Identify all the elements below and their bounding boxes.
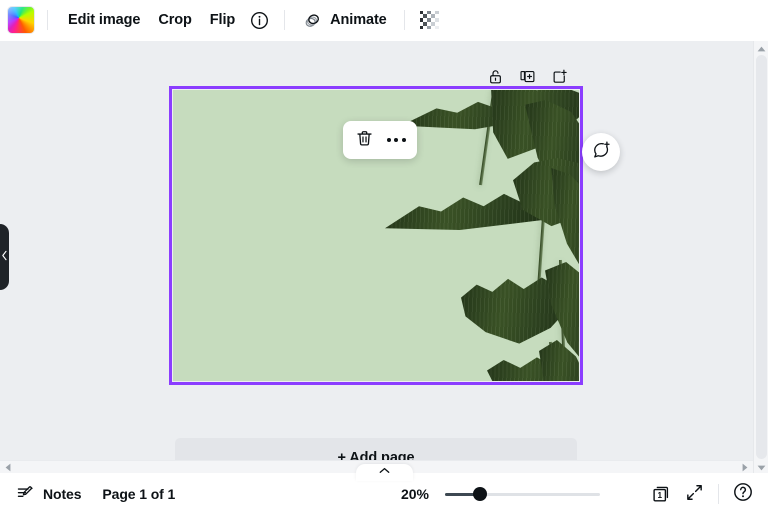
chevron-up-icon bbox=[379, 461, 390, 479]
crop-label: Crop bbox=[158, 12, 192, 28]
scroll-right-arrow[interactable] bbox=[740, 463, 749, 472]
add-page-icon bbox=[551, 68, 568, 88]
duplicate-page-icon bbox=[519, 68, 536, 88]
grid-view-button[interactable]: 1 bbox=[646, 479, 676, 509]
scroll-up-arrow[interactable] bbox=[757, 43, 766, 52]
lock-page-button[interactable] bbox=[482, 64, 509, 91]
scroll-up-icon bbox=[757, 39, 766, 57]
toolbar-divider-1 bbox=[47, 10, 48, 30]
flip-label: Flip bbox=[209, 12, 236, 28]
design-page[interactable] bbox=[173, 90, 579, 381]
chevron-left-icon bbox=[1, 248, 8, 266]
zoom-slider-knob[interactable] bbox=[473, 486, 488, 501]
add-page-icon-button[interactable] bbox=[546, 64, 573, 91]
bottombar-divider bbox=[718, 483, 719, 504]
flip-button[interactable]: Flip bbox=[201, 5, 244, 35]
vertical-scrollbar-thumb[interactable] bbox=[756, 55, 767, 459]
transparency-checker-icon bbox=[419, 10, 439, 30]
editor-canvas-area: + Add page bbox=[0, 41, 768, 473]
design-page-wrapper bbox=[169, 86, 583, 385]
scroll-down-arrow[interactable] bbox=[757, 462, 766, 471]
fullscreen-button[interactable] bbox=[679, 479, 709, 509]
zoom-level-label: 20% bbox=[400, 485, 429, 502]
edit-image-button[interactable]: Edit image bbox=[59, 5, 149, 35]
scroll-left-arrow[interactable] bbox=[3, 463, 12, 472]
more-options-button[interactable] bbox=[381, 125, 411, 155]
animate-label: Animate bbox=[330, 12, 387, 28]
animate-icon bbox=[303, 10, 323, 30]
notes-button[interactable]: Notes bbox=[8, 480, 89, 508]
sidebar-collapse-handle[interactable] bbox=[0, 224, 9, 290]
toolbar-divider-3 bbox=[403, 10, 405, 30]
page-indicator: Page 1 of 1 bbox=[102, 485, 176, 502]
element-context-toolbar bbox=[343, 121, 417, 159]
image-thumbnail[interactable] bbox=[7, 6, 35, 34]
delete-element-button[interactable] bbox=[349, 125, 379, 155]
edit-image-label: Edit image bbox=[68, 12, 141, 28]
info-icon bbox=[250, 11, 269, 30]
help-icon bbox=[733, 482, 753, 505]
notes-label: Notes bbox=[43, 485, 82, 502]
expand-panel-tab[interactable] bbox=[356, 464, 413, 481]
fullscreen-icon bbox=[685, 483, 704, 505]
duplicate-page-button[interactable] bbox=[514, 64, 541, 91]
notes-icon bbox=[16, 484, 35, 503]
zoom-slider[interactable] bbox=[445, 486, 600, 502]
trash-icon bbox=[355, 129, 374, 151]
page-actions-row bbox=[0, 64, 768, 91]
page-grid-icon: 1 bbox=[651, 484, 671, 504]
crop-button[interactable]: Crop bbox=[149, 5, 200, 35]
toolbar-divider-2 bbox=[284, 10, 286, 30]
unlock-icon bbox=[487, 68, 504, 88]
transparency-button[interactable] bbox=[413, 5, 446, 35]
grid-view-count-text: 1 bbox=[657, 491, 662, 500]
info-button[interactable] bbox=[244, 5, 275, 35]
add-comment-icon bbox=[591, 140, 611, 165]
vertical-scrollbar[interactable] bbox=[753, 41, 768, 473]
add-comment-button[interactable] bbox=[582, 133, 620, 171]
more-options-icon bbox=[386, 138, 406, 142]
help-button[interactable] bbox=[728, 479, 758, 509]
top-toolbar: Edit image Crop Flip Animate bbox=[0, 0, 768, 41]
animate-button[interactable]: Animate bbox=[294, 5, 396, 35]
canva-editor-window: Edit image Crop Flip Animate + Add page … bbox=[0, 0, 768, 514]
